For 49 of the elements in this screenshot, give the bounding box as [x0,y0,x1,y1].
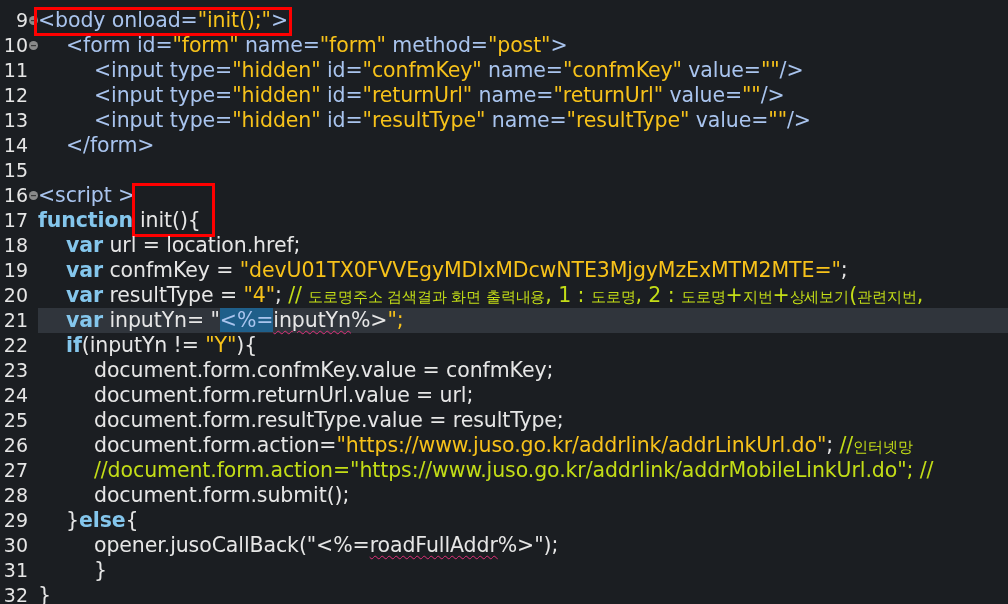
code-line: }else{ [66,508,139,533]
line-number: 13 [2,108,28,133]
line-number: 21 [2,308,28,333]
code-line: var confmKey = "devU01TX0FVVEgyMDIxMDcwNTE3MjgyMzExMTM2MTE="; [66,258,848,283]
code-line: document.form.action="https://www.juso.go.kr/addrlink/addrLinkUrl.do"; //인터넷망 [94,433,913,459]
code-line: <input type="hidden" id="resultType" name="resultType" value=""/> [94,108,811,133]
line-number: 16 [2,183,28,208]
line-number: 18 [2,233,28,258]
code-line: opener.jusoCallBack("<%=roadFullAddr%>"); [94,533,559,558]
code-line: document.form.resultType.value = resultType; [94,408,564,433]
line-number: 11 [2,58,28,83]
code-line: <form id="form" name="form" method="post"> [66,33,568,58]
line-number: 22 [2,333,28,358]
line-number: 12 [2,83,28,108]
line-number: 31 [2,558,28,583]
code-line: document.form.confmKey.value = confmKey; [94,358,554,383]
line-number: 23 [2,358,28,383]
code-line: document.form.returnUrl.value = url; [94,383,474,408]
line-number: 19 [2,258,28,283]
line-number: 27 [2,458,28,483]
line-number: 28 [2,483,28,508]
code-line: var url = location.href; [66,233,301,258]
line-number: 9 [14,8,28,33]
code-line: <body onload="init();"> [38,8,288,33]
fold-icon[interactable] [28,191,38,200]
line-number: 24 [2,383,28,408]
line-number: 10 [2,33,28,58]
code-line: <script > [38,183,136,208]
line-number: 29 [2,508,28,533]
line-number: 26 [2,433,28,458]
line-number: 25 [2,408,28,433]
code-line: function init(){ [38,208,201,233]
code-line: var inputYn= "<%=inputYn%>"; [66,308,404,333]
line-number: 17 [2,208,28,233]
code-line: <input type="hidden" id="returnUrl" name="returnUrl" value=""/> [94,83,785,108]
line-number: 14 [2,133,28,158]
code-line: <input type="hidden" id="confmKey" name="confmKey" value=""/> [94,58,804,83]
fold-icon[interactable] [28,16,38,25]
line-number: 32 [2,583,28,604]
fold-icon[interactable] [28,41,38,50]
code-line: </form> [66,133,155,158]
code-line: if(inputYn != "Y"){ [66,333,258,358]
code-line: } [94,558,107,583]
code-line: //document.form.action="https://www.juso.go.kr/addrlink/addrMobileLinkUrl.do"; // [94,458,934,483]
line-number: 20 [2,283,28,308]
code-line: var resultType = "4"; // 도로명주소 검색결과 화면 출력내용, 1 : 도로명, 2 : 도로명+지번+상세보기(관련지번, [66,283,924,309]
line-number: 30 [2,533,28,558]
code-line: document.form.submit(); [94,483,350,508]
line-number: 15 [2,158,28,183]
